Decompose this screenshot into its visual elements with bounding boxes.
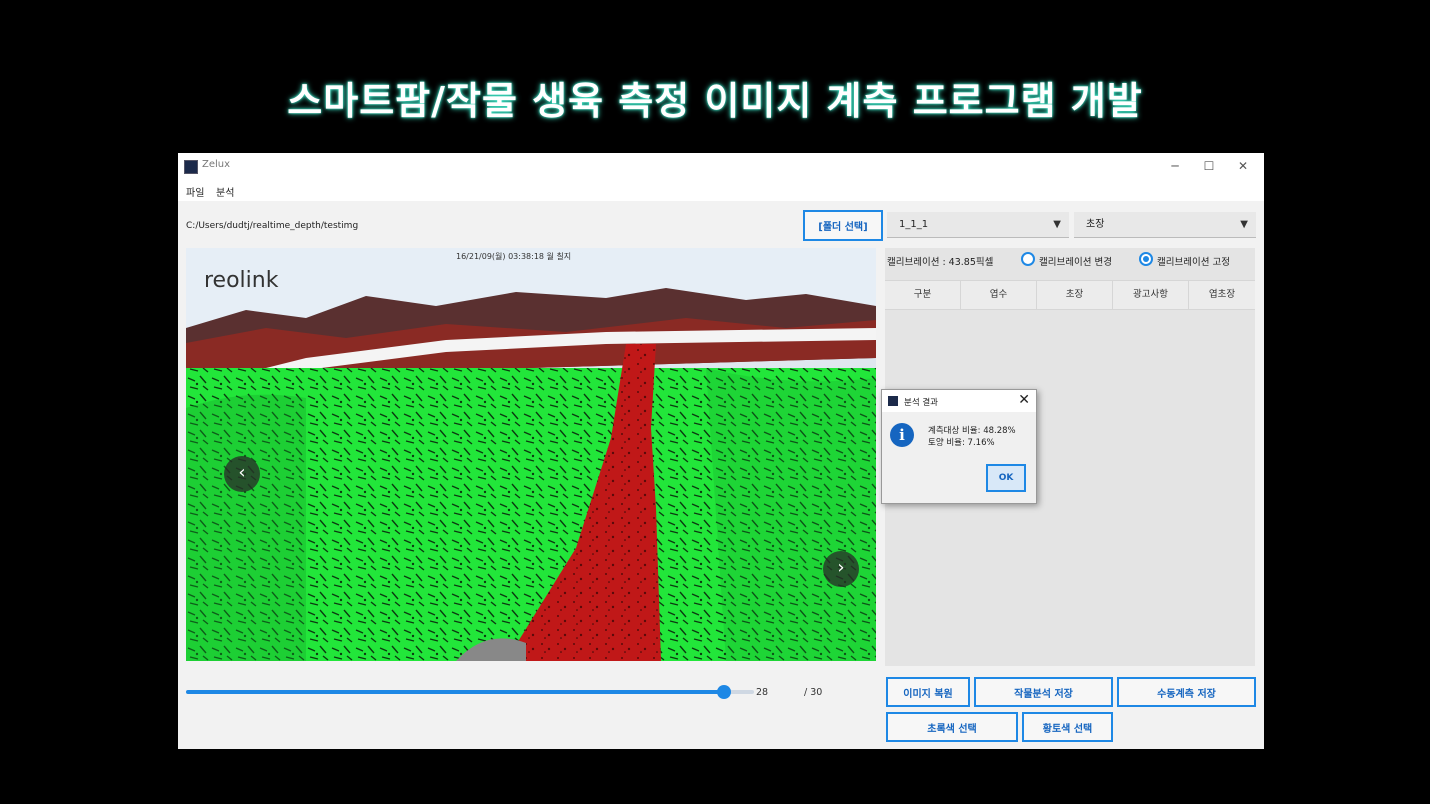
calibration-fixed-radio[interactable] xyxy=(1139,252,1153,266)
calibration-change-radio[interactable] xyxy=(1021,252,1035,266)
chevron-down-icon: ▼ xyxy=(1240,219,1248,230)
chevron-down-icon: ▼ xyxy=(1053,219,1061,230)
soil-ratio-text: 토양 비율: 7.16% xyxy=(928,438,995,448)
camera-timestamp: 16/21/09(월) 03:38:18 월 칠지 xyxy=(456,252,572,261)
info-icon: i xyxy=(890,423,914,447)
page-headline: 스마트팜/작물 생육 측정 이미지 계측 프로그램 개발 xyxy=(287,79,1143,123)
results-table-header: 구분 엽수 초장 광고사항 엽초장 xyxy=(885,280,1255,310)
camera-watermark: reolink xyxy=(204,268,279,293)
next-image-button[interactable]: › xyxy=(823,551,859,587)
image-slider-thumb[interactable] xyxy=(717,685,731,699)
column-header[interactable]: 구분 xyxy=(885,281,961,309)
analysis-image[interactable]: reolink 16/21/09(월) 03:38:18 월 칠지 ‹ › xyxy=(186,248,876,661)
dialog-title-bar: 분석 결과 ✕ xyxy=(882,390,1036,412)
image-slider-fill[interactable] xyxy=(186,690,724,694)
save-manual-measure-button[interactable]: 수동계측 저장 xyxy=(1117,677,1256,707)
prev-image-button[interactable]: ‹ xyxy=(224,456,260,492)
title-bar: Zelux ─ ☐ ✕ xyxy=(178,153,1264,179)
calibration-change-label[interactable]: 캘리브레이션 변경 xyxy=(1039,254,1112,268)
sample-select-value: 1_1_1 xyxy=(899,219,929,230)
target-ratio-text: 계측대상 비율: 48.28% xyxy=(928,426,1016,436)
restore-image-button[interactable]: 이미지 복원 xyxy=(886,677,970,707)
column-header[interactable]: 엽수 xyxy=(961,281,1037,309)
minimize-button[interactable]: ─ xyxy=(1158,156,1192,176)
column-header[interactable]: 엽초장 xyxy=(1189,281,1255,309)
folder-select-button[interactable]: [폴더 선택] xyxy=(803,210,883,241)
maximize-button[interactable]: ☐ xyxy=(1192,156,1226,176)
measure-select[interactable]: 초장 ▼ xyxy=(1074,212,1256,238)
slider-total-value: / 30 xyxy=(804,687,823,698)
menu-bar: 파일 분석 xyxy=(178,179,1264,201)
calibration-label: 캘리브레이션 : 43.85픽셀 xyxy=(887,257,994,268)
folder-path: C:/Users/dudtj/realtime_depth/testimg xyxy=(186,221,359,231)
column-header[interactable]: 광고사항 xyxy=(1113,281,1189,309)
slider-current-value: 28 xyxy=(756,687,769,698)
app-icon xyxy=(888,396,898,406)
app-icon xyxy=(184,160,198,174)
select-yellow-soil-button[interactable]: 황토색 선택 xyxy=(1022,712,1113,742)
close-button[interactable]: ✕ xyxy=(1226,156,1260,176)
measure-select-value: 초장 xyxy=(1086,219,1105,230)
menu-file[interactable]: 파일 xyxy=(186,184,204,199)
menu-analysis[interactable]: 분석 xyxy=(216,184,234,199)
dialog-title: 분석 결과 xyxy=(904,398,938,408)
save-crop-analysis-button[interactable]: 작물분석 저장 xyxy=(974,677,1113,707)
ok-button[interactable]: OK xyxy=(986,464,1026,492)
column-header[interactable]: 초장 xyxy=(1037,281,1113,309)
calibration-fixed-label[interactable]: 캘리브레이션 고정 xyxy=(1157,254,1230,268)
select-green-button[interactable]: 초록색 선택 xyxy=(886,712,1018,742)
analysis-result-dialog: 분석 결과 ✕ i 계측대상 비율: 48.28% 토양 비율: 7.16% O… xyxy=(881,389,1037,504)
app-window: Zelux ─ ☐ ✕ 파일 분석 C:/Users/dudtj/realtim… xyxy=(178,153,1264,749)
dialog-close-button[interactable]: ✕ xyxy=(1018,392,1030,408)
window-title: Zelux xyxy=(202,159,231,170)
segmented-field-image xyxy=(186,248,876,661)
sample-select[interactable]: 1_1_1 ▼ xyxy=(887,212,1069,238)
